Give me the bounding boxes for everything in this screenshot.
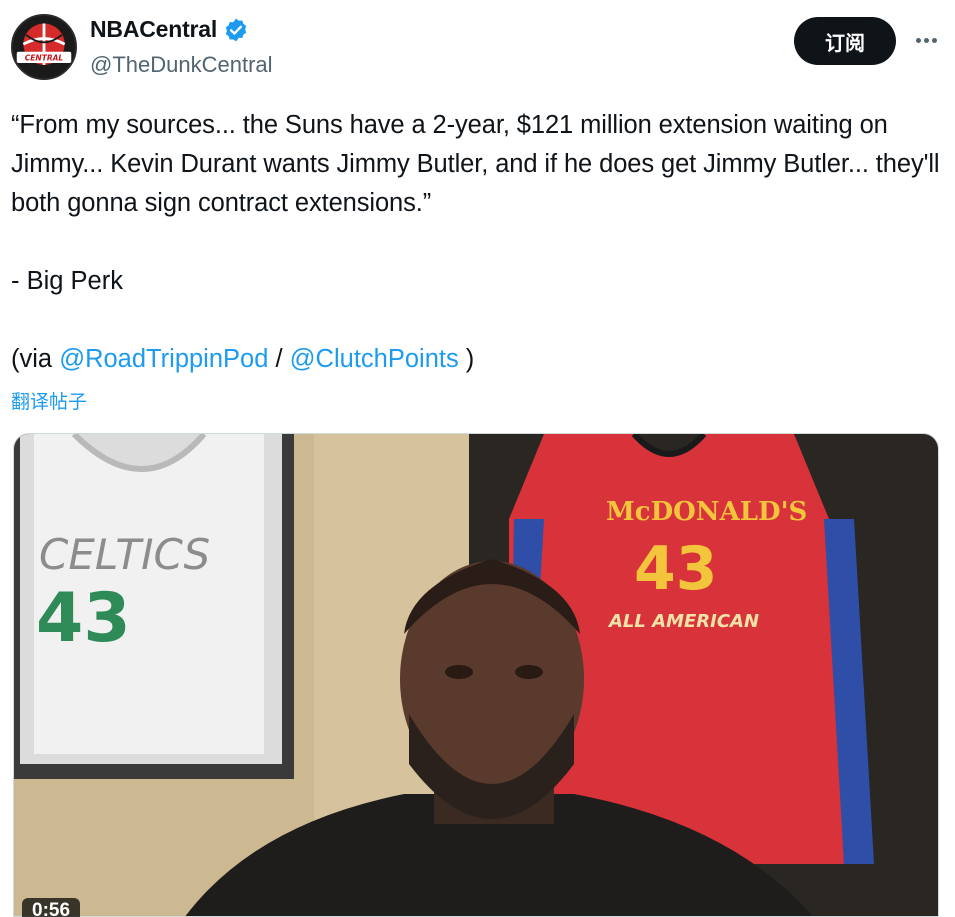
tweet-via-line: (via @RoadTrippinPod / @ClutchPoints )	[11, 340, 474, 379]
tweet-quote-text: “From my sources... the Suns have a 2-ye…	[11, 106, 941, 223]
svg-text:CENTRAL: CENTRAL	[25, 54, 64, 63]
mention-link-clutchpoints[interactable]: @ClutchPoints	[290, 345, 459, 373]
author-handle[interactable]: @TheDunkCentral	[90, 52, 273, 78]
verified-badge-icon	[225, 18, 247, 41]
via-prefix: (via	[11, 345, 60, 373]
author-avatar[interactable]: CENTRAL	[11, 14, 77, 80]
jersey-right-number-text: 43	[634, 534, 718, 604]
tweet-attribution: - Big Perk	[11, 267, 123, 295]
video-thumbnail: CELTICS 43 McDONALD'S 43 ALL AMERICAN	[14, 434, 938, 916]
author-display-name[interactable]: NBACentral	[90, 16, 217, 43]
quote-paragraph: “From my sources... the Suns have a 2-ye…	[11, 111, 947, 217]
video-duration-badge: 0:56	[22, 898, 81, 917]
jersey-left-team-text: CELTICS	[39, 530, 210, 579]
translate-post-link[interactable]: 翻译帖子	[11, 387, 87, 414]
tweet-header: CENTRAL NBACentral @TheDunkCentral 订阅	[0, 0, 955, 100]
subscribe-button[interactable]: 订阅	[794, 17, 896, 65]
via-separator: /	[268, 345, 290, 373]
jersey-left-number-text: 43	[36, 579, 131, 658]
via-suffix: )	[458, 345, 475, 373]
nba-central-logo-icon: CENTRAL	[13, 16, 75, 78]
mention-link-roadtrippinpod[interactable]: @RoadTrippinPod	[59, 345, 268, 373]
jersey-right-caption-text: ALL AMERICAN	[607, 611, 759, 632]
author-name-row: NBACentral	[90, 16, 249, 43]
more-dots-icon	[915, 37, 921, 43]
more-options-button[interactable]	[906, 22, 946, 58]
video-player[interactable]: CELTICS 43 McDONALD'S 43 ALL AMERICAN	[13, 433, 939, 917]
jersey-right-brand-text: McDONALD'S	[606, 497, 807, 527]
